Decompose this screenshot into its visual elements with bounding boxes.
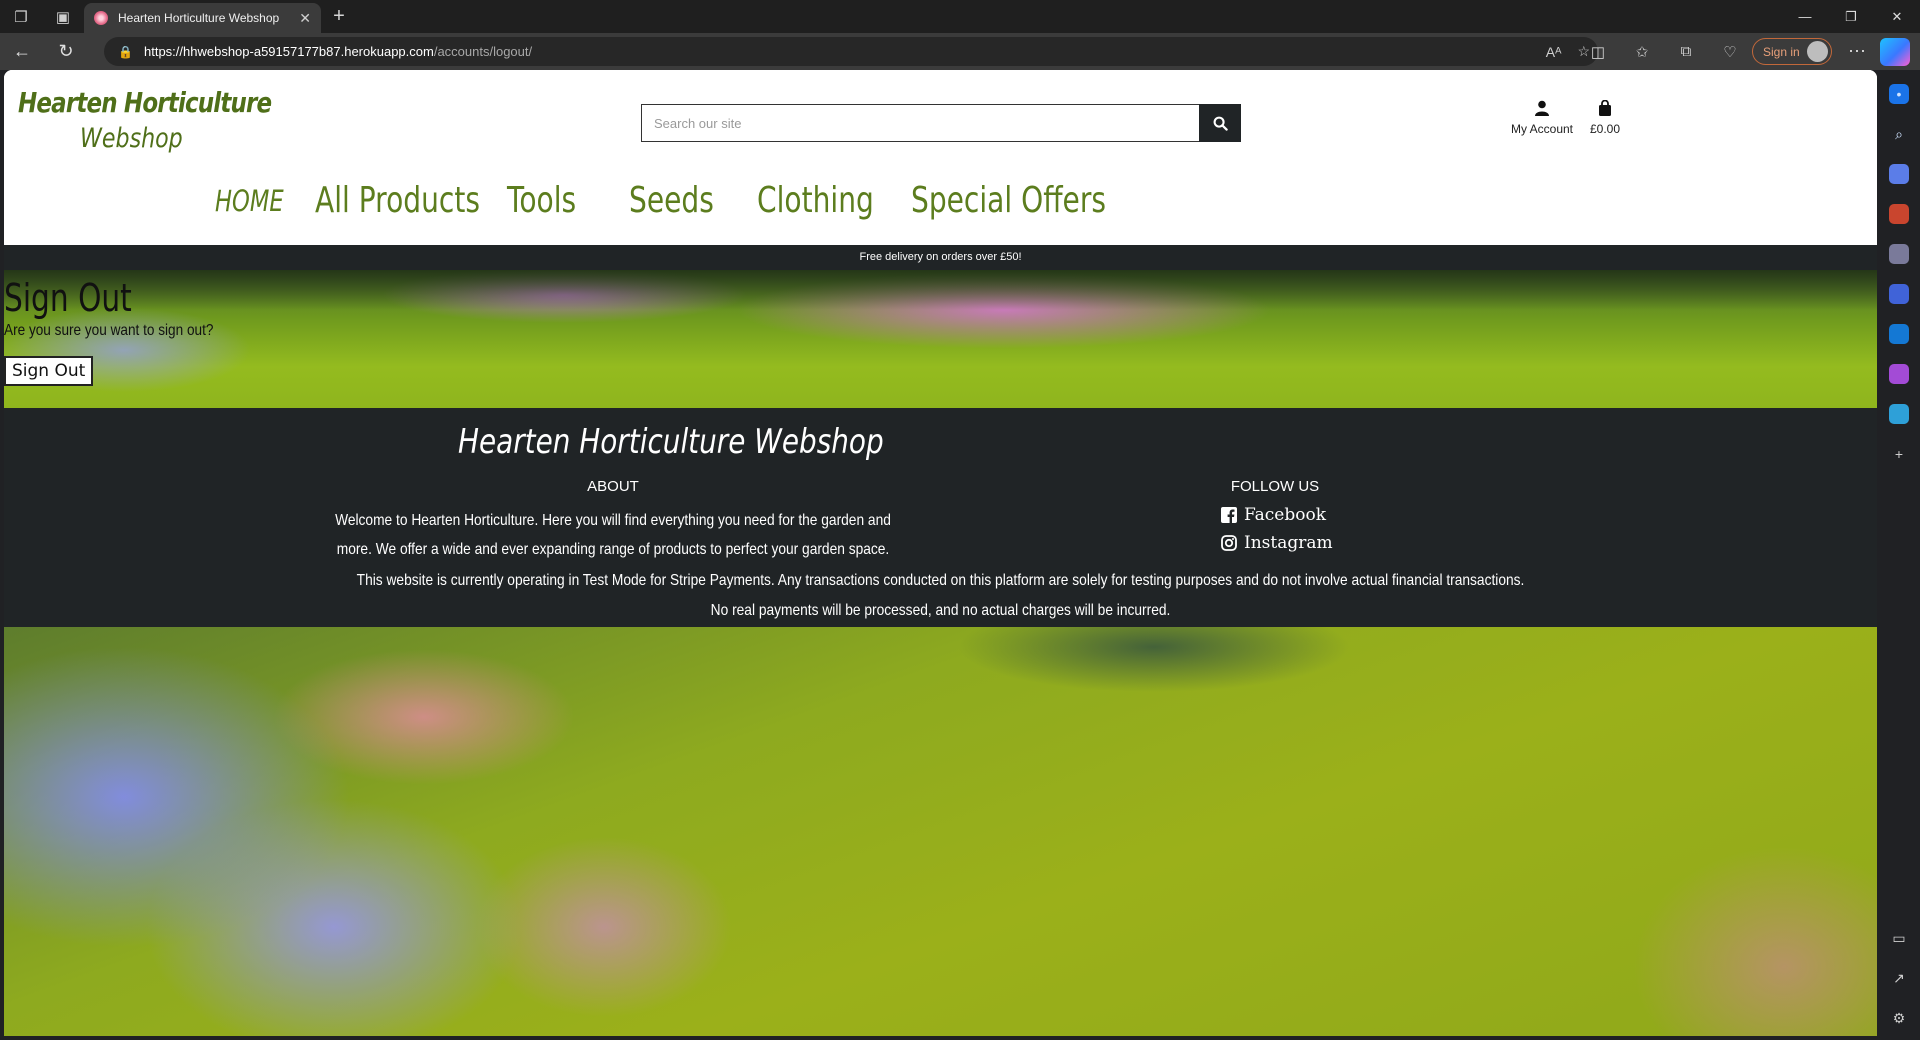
back-button[interactable]: ← bbox=[0, 33, 44, 70]
nav-clothing[interactable]: Clothing bbox=[757, 180, 874, 221]
search-input[interactable] bbox=[641, 104, 1200, 142]
shopping-bag-icon bbox=[1599, 100, 1611, 116]
about-text: Welcome to Hearten Horticulture. Here yo… bbox=[330, 506, 896, 564]
browser-essentials-icon[interactable]: ♡ bbox=[1708, 43, 1752, 61]
notice-line: No real payments will be processed, and … bbox=[710, 602, 1171, 619]
favorites-icon[interactable]: ✩ bbox=[1620, 43, 1664, 61]
my-account-link[interactable]: My Account bbox=[1508, 100, 1576, 136]
shopping-bag-link[interactable]: £0.00 bbox=[1582, 100, 1628, 136]
read-aloud-icon[interactable]: Aᴬ bbox=[1546, 44, 1562, 60]
close-tab-icon[interactable]: ✕ bbox=[299, 10, 311, 27]
sign-in-label: Sign in bbox=[1763, 44, 1800, 59]
about-heading: ABOUT bbox=[587, 478, 639, 495]
browser-tab[interactable]: Hearten Horticulture Webshop ✕ bbox=[84, 3, 321, 33]
facebook-icon bbox=[1220, 506, 1238, 524]
search-icon bbox=[1213, 116, 1228, 131]
sign-out-button[interactable]: Sign Out bbox=[4, 356, 94, 386]
address-toolbar: ← ↻ 🔒 https://hhwebshop-a59157177b87.her… bbox=[0, 33, 1920, 70]
search-icon[interactable]: ⌕ bbox=[1889, 124, 1909, 144]
tools-icon[interactable] bbox=[1889, 204, 1909, 224]
settings-gear-icon[interactable]: ⚙ bbox=[1889, 1008, 1909, 1028]
nav-all-products[interactable]: All Products bbox=[315, 180, 480, 221]
tab-actions-icon[interactable]: ▣ bbox=[42, 0, 84, 33]
restore-icon[interactable]: ❐ bbox=[1828, 0, 1874, 33]
nav-tools[interactable]: Tools bbox=[507, 180, 576, 221]
designer-icon[interactable] bbox=[1889, 364, 1909, 384]
footer-title-bold: Hearten Horticulture bbox=[458, 422, 746, 462]
search-form bbox=[641, 104, 1241, 142]
instagram-link[interactable]: Instagram bbox=[1220, 533, 1333, 553]
instagram-label: Instagram bbox=[1244, 533, 1333, 553]
logo-line2: Webshop bbox=[80, 123, 183, 154]
new-tab-button[interactable]: + bbox=[321, 0, 357, 33]
instagram-icon bbox=[1220, 534, 1238, 552]
collections-icon[interactable]: ⧉ bbox=[1664, 43, 1708, 60]
footer-title: Hearten Horticulture Webshop bbox=[458, 422, 884, 462]
sign-in-button[interactable]: Sign in bbox=[1752, 38, 1832, 65]
facebook-link[interactable]: Facebook bbox=[1220, 505, 1326, 525]
add-icon[interactable]: + bbox=[1889, 444, 1909, 464]
sign-out-question: Are you sure you want to sign out? bbox=[4, 322, 214, 339]
footer-title-light: Webshop bbox=[754, 422, 884, 462]
about-line: Welcome to Hearten Horticulture. Here yo… bbox=[335, 512, 891, 529]
tab-title: Hearten Horticulture Webshop bbox=[118, 11, 280, 25]
site-header: Hearten Horticulture Webshop My Account … bbox=[4, 70, 1877, 245]
nav-home[interactable]: HOME bbox=[215, 184, 284, 218]
shopping-tag-icon[interactable] bbox=[1889, 164, 1909, 184]
window-controls: — ❐ ✕ bbox=[1782, 0, 1920, 33]
search-button[interactable] bbox=[1199, 104, 1241, 142]
nav-seeds[interactable]: Seeds bbox=[629, 180, 714, 221]
profile-avatar bbox=[1807, 41, 1828, 62]
sidebar-panel-icon[interactable]: ▭ bbox=[1889, 928, 1909, 948]
close-window-icon[interactable]: ✕ bbox=[1874, 0, 1920, 33]
delivery-banner: Free delivery on orders over £50! bbox=[4, 245, 1877, 270]
test-mode-notice: This website is currently operating in T… bbox=[135, 566, 1746, 626]
site-footer: Hearten Horticulture Webshop ABOUT Welco… bbox=[4, 408, 1877, 627]
workspaces-icon[interactable]: ❐ bbox=[0, 0, 42, 33]
nav-special-offers[interactable]: Special Offers bbox=[911, 180, 1106, 221]
user-icon bbox=[1535, 100, 1549, 116]
url-path: /accounts/logout/ bbox=[433, 44, 533, 59]
notice-line: This website is currently operating in T… bbox=[356, 572, 1525, 589]
copilot-icon[interactable] bbox=[1880, 38, 1910, 66]
minimize-icon[interactable]: — bbox=[1782, 0, 1828, 33]
browser-tools: ◫ ✩ ⧉ ♡ bbox=[1576, 33, 1752, 70]
about-line: more. We offer a wide and ever expanding… bbox=[336, 541, 890, 558]
garden-background-image bbox=[4, 270, 1877, 310]
refresh-button[interactable]: ↻ bbox=[44, 33, 88, 70]
games-icon[interactable] bbox=[1889, 244, 1909, 264]
outlook-icon[interactable] bbox=[1889, 324, 1909, 344]
send-icon[interactable] bbox=[1889, 404, 1909, 424]
more-options-icon[interactable]: ⋯ bbox=[1842, 33, 1872, 70]
flower-favicon-icon bbox=[94, 11, 108, 25]
browser-sidebar: • ⌕ + ▭ ↗ ⚙ bbox=[1878, 70, 1920, 1040]
facebook-label: Facebook bbox=[1244, 505, 1327, 525]
microsoft-365-icon[interactable] bbox=[1889, 284, 1909, 304]
bag-total: £0.00 bbox=[1589, 122, 1621, 136]
browser-tab-strip: ❐ ▣ Hearten Horticulture Webshop ✕ + — ❐… bbox=[0, 0, 1920, 33]
sign-out-section: Sign Out Are you sure you want to sign o… bbox=[4, 270, 1877, 408]
address-bar[interactable]: 🔒 https://hhwebshop-a59157177b87.herokua… bbox=[104, 37, 1598, 66]
logo-line1: Hearten Horticulture bbox=[18, 86, 272, 119]
page-title: Sign Out bbox=[4, 276, 132, 320]
main-navigation: HOME All Products Tools Seeds Clothing S… bbox=[4, 180, 1877, 240]
split-screen-icon[interactable]: ◫ bbox=[1576, 43, 1620, 61]
my-account-label: My Account bbox=[1510, 122, 1574, 136]
site-logo[interactable]: Hearten Horticulture Webshop bbox=[18, 86, 327, 154]
garden-background-image bbox=[4, 627, 1877, 1036]
external-link-icon[interactable]: ↗ bbox=[1889, 968, 1909, 988]
page-viewport: Hearten Horticulture Webshop My Account … bbox=[4, 70, 1877, 1036]
url-host: https://hhwebshop-a59157177b87.herokuapp… bbox=[144, 44, 434, 59]
lock-icon[interactable]: 🔒 bbox=[118, 45, 133, 59]
follow-us-heading: FOLLOW US bbox=[1230, 478, 1320, 495]
bell-icon[interactable]: • bbox=[1889, 84, 1909, 104]
